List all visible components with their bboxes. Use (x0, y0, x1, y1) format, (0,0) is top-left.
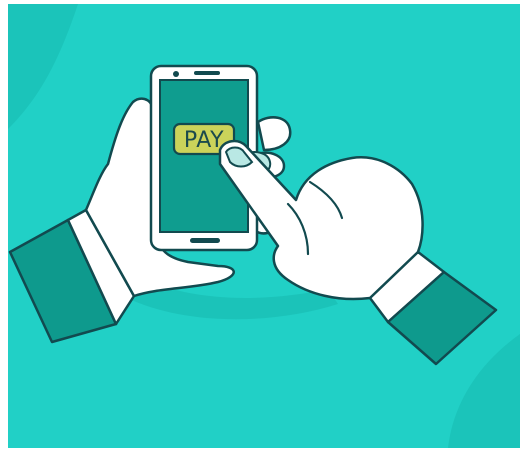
home-button-icon (190, 238, 220, 243)
mobile-payment-illustration: PAY (8, 4, 520, 448)
speaker-icon (194, 71, 220, 75)
pay-button-label: PAY (184, 128, 224, 153)
camera-icon (173, 71, 179, 77)
illustration-frame: PAY (8, 4, 520, 448)
